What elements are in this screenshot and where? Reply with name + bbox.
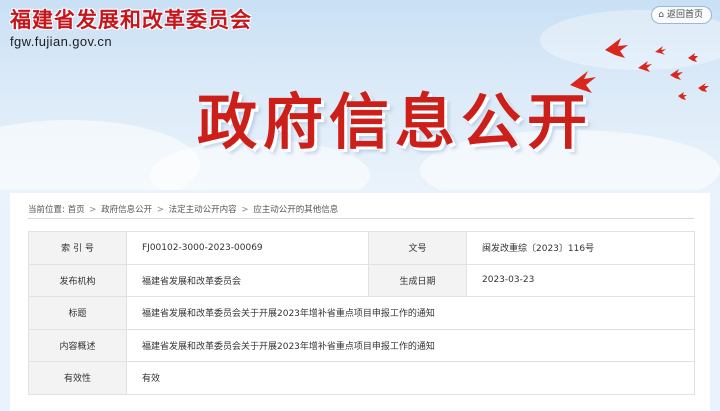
table-row: 有效性 有效 (28, 361, 695, 395)
section-title: 政府信息公开 (197, 88, 593, 158)
table-row: 索 引 号 FJ00102-3000-2023-00069 文号 闽发改重综〔2… (28, 231, 695, 265)
publisher-label: 发布机构 (28, 263, 127, 297)
breadcrumb-gov-info[interactable]: 政府信息公开 (101, 205, 152, 215)
content-panel: 当前位置: 首页 > 政府信息公开 > 法定主动公开内容 > 应主动公开的其他信… (10, 193, 710, 411)
table-row: 内容概述 福建省发展和改革委员会关于开展2023年增补省重点项目申报工作的通知 (28, 328, 695, 362)
breadcrumb: 当前位置: 首页 > 政府信息公开 > 法定主动公开内容 > 应主动公开的其他信… (28, 203, 338, 215)
back-home-label: 返回首页 (666, 10, 703, 20)
doc-number-value: 闽发改重综〔2023〕116号 (466, 231, 695, 265)
breadcrumb-statutory-content[interactable]: 法定主动公开内容 (169, 205, 237, 215)
table-row: 发布机构 福建省发展和改革委员会 生成日期 2023-03-23 (28, 263, 695, 297)
breadcrumb-separator: > (156, 205, 164, 215)
publisher-value: 福建省发展和改革委员会 (126, 263, 369, 297)
summary-value: 福建省发展和改革委员会关于开展2023年增补省重点项目申报工作的通知 (126, 328, 695, 362)
date-label: 生成日期 (368, 263, 467, 297)
breadcrumb-separator: > (89, 205, 97, 215)
site-title[interactable]: 福建省发展和改革委员会 (10, 4, 252, 34)
summary-label: 内容概述 (28, 328, 127, 362)
back-home-button[interactable]: ⌂ 返回首页 (651, 6, 712, 24)
home-icon: ⌂ (658, 10, 664, 20)
breadcrumb-other-info[interactable]: 应主动公开的其他信息 (253, 205, 338, 215)
doves-decoration-icon (570, 38, 709, 100)
breadcrumb-prefix: 当前位置: (28, 205, 65, 215)
table-row: 标题 福建省发展和改革委员会关于开展2023年增补省重点项目申报工作的通知 (28, 296, 695, 330)
site-domain: fgw.fujian.gov.cn (10, 34, 112, 49)
doc-number-label: 文号 (368, 231, 467, 265)
breadcrumb-separator: > (241, 205, 249, 215)
index-value: FJ00102-3000-2023-00069 (126, 231, 369, 265)
validity-label: 有效性 (28, 361, 127, 395)
header-banner: 福建省发展和改革委员会 fgw.fujian.gov.cn ⌂ 返回首页 政府信… (0, 0, 720, 190)
index-label: 索 引 号 (28, 231, 127, 265)
breadcrumb-home[interactable]: 首页 (68, 205, 85, 215)
breadcrumb-divider (28, 218, 694, 219)
title-label: 标题 (28, 296, 127, 330)
date-value: 2023-03-23 (466, 263, 695, 297)
validity-value: 有效 (126, 361, 695, 395)
document-info-table: 索 引 号 FJ00102-3000-2023-00069 文号 闽发改重综〔2… (28, 231, 695, 395)
title-value: 福建省发展和改革委员会关于开展2023年增补省重点项目申报工作的通知 (126, 296, 695, 330)
